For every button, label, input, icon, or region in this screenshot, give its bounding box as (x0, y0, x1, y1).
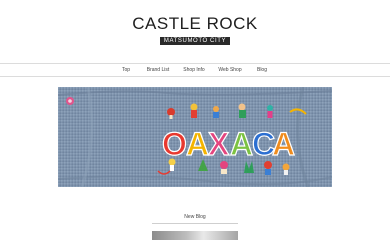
site-title[interactable]: CASTLE ROCK (0, 14, 390, 34)
embroidery-letter-a1: A (186, 126, 209, 162)
embroidery-letter-a2: A (230, 126, 253, 162)
nav-divider-bottom (0, 76, 390, 77)
embroidery-letter-o: O (162, 126, 187, 162)
embroidery-letter-a3: A (272, 126, 295, 162)
blog-post-thumbnail[interactable] (152, 231, 238, 240)
hero-banner-image: O A X A C A (58, 87, 332, 187)
nav-item-blog[interactable]: Blog (254, 66, 270, 74)
nav-item-shop-info[interactable]: Shop Info (182, 66, 206, 74)
embroidered-shirt-illustration: O A X A C A (58, 87, 332, 187)
nav-item-web-shop[interactable]: Web Shop (218, 66, 242, 74)
embroidery-letter-x: X (208, 126, 230, 162)
site-header: CASTLE ROCK MATSUMOTO CITY (0, 0, 390, 62)
nav-item-brand-list[interactable]: Brand List (144, 66, 172, 74)
main-nav: Top Brand List Shop Info Web Shop Blog (0, 64, 390, 76)
site-subtitle-badge: MATSUMOTO CITY (160, 37, 230, 45)
nav-item-top[interactable]: Top (118, 66, 134, 74)
new-blog-divider (152, 223, 238, 224)
new-blog-heading: New Blog (184, 214, 206, 220)
